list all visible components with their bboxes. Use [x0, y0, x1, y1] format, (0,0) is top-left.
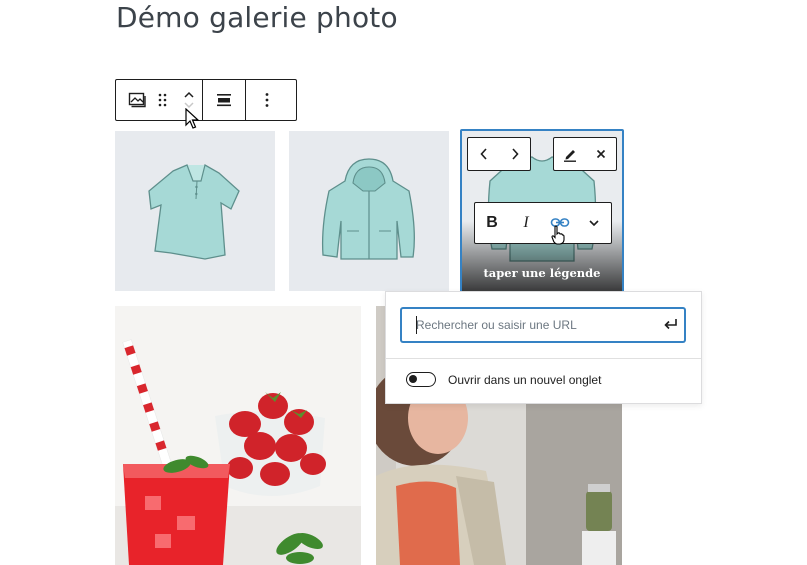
chevron-up-icon[interactable] — [182, 90, 196, 100]
gallery-item-polo-shirt[interactable] — [115, 131, 275, 291]
new-tab-toggle[interactable] — [406, 372, 436, 387]
link-icon[interactable] — [543, 203, 577, 243]
popover-divider — [386, 358, 701, 359]
caption-format-toolbar: B I — [474, 202, 612, 244]
strawberry-drink-image — [115, 306, 361, 565]
align-icon[interactable] — [211, 80, 237, 120]
pencil-icon[interactable] — [554, 138, 585, 170]
polo-shirt-image — [148, 164, 240, 260]
gallery-item-zip-hoodie[interactable] — [289, 131, 449, 291]
image-nav-toolbar — [467, 137, 531, 171]
drag-handle-icon[interactable] — [150, 80, 176, 120]
chevron-down-icon[interactable] — [182, 100, 196, 110]
image-actions-toolbar — [553, 137, 617, 171]
block-toolbar — [115, 79, 297, 121]
new-tab-label: Ouvrir dans un nouvel onglet — [448, 373, 602, 387]
bold-button[interactable]: B — [475, 203, 509, 243]
gallery-icon[interactable] — [124, 80, 150, 120]
more-vertical-icon[interactable] — [254, 80, 280, 120]
italic-button[interactable]: I — [509, 203, 543, 243]
page-title: Démo galerie photo — [116, 1, 398, 34]
url-search-input[interactable] — [401, 308, 685, 342]
enter-icon[interactable] — [663, 317, 679, 331]
zip-hoodie-image — [321, 158, 415, 260]
caption-input[interactable]: taper une légende — [462, 266, 622, 280]
gallery-item-strawberry-drink[interactable] — [115, 306, 361, 565]
text-caret — [416, 316, 417, 334]
chevron-left-icon[interactable] — [468, 138, 499, 170]
chevron-down-icon[interactable] — [577, 203, 611, 243]
chevron-right-icon[interactable] — [499, 138, 530, 170]
close-icon[interactable] — [585, 138, 616, 170]
toggle-knob — [409, 375, 417, 383]
block-mover — [176, 80, 202, 120]
link-popover: Ouvrir dans un nouvel onglet — [385, 291, 702, 404]
